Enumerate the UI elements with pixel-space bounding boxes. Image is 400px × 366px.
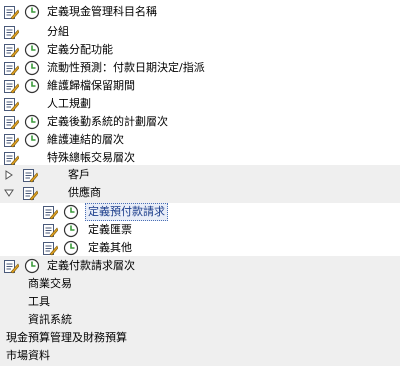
- tree-node-information-system[interactable]: 資訊系統: [0, 310, 400, 330]
- document-icon[interactable]: [3, 132, 20, 148]
- tree-node-market-data[interactable]: 市場資料: [0, 346, 400, 366]
- document-icon[interactable]: [3, 24, 20, 40]
- tree-node-label[interactable]: 市場資料: [6, 348, 50, 364]
- document-icon[interactable]: [3, 258, 20, 274]
- document-icon[interactable]: [3, 78, 20, 94]
- tree-node-tools[interactable]: 工具: [0, 292, 400, 312]
- tree-node-label[interactable]: 維護歸檔保留期間: [47, 78, 135, 94]
- tree-node-label[interactable]: 定義預付款請求: [85, 203, 168, 221]
- tree-node-define-down-payment-request[interactable]: 定義預付款請求: [0, 202, 400, 222]
- tree-node-linked-levels[interactable]: 維護連結的層次: [0, 130, 400, 150]
- tree-node-grouping[interactable]: 分組: [0, 22, 400, 42]
- document-icon[interactable]: [22, 185, 39, 201]
- clock-icon[interactable]: [63, 222, 79, 238]
- document-icon[interactable]: [22, 167, 39, 183]
- document-icon[interactable]: [42, 240, 59, 256]
- document-icon[interactable]: [3, 150, 20, 166]
- document-icon[interactable]: [42, 204, 59, 220]
- tree-node-cash-budget-management[interactable]: 現金預算管理及財務預算: [0, 328, 400, 348]
- tree-node-label[interactable]: 商業交易: [28, 276, 72, 292]
- tree-node-label[interactable]: 定義分配功能: [47, 42, 113, 58]
- triangle-right-icon[interactable]: [4, 170, 14, 180]
- document-icon[interactable]: [42, 222, 59, 238]
- tree-node-label[interactable]: 供應商: [68, 185, 101, 201]
- clock-icon[interactable]: [24, 4, 40, 20]
- tree-node-define-bill-of-exchange[interactable]: 定義匯票: [0, 220, 400, 240]
- clock-icon[interactable]: [24, 60, 40, 76]
- document-icon[interactable]: [3, 114, 20, 130]
- clock-icon[interactable]: [24, 78, 40, 94]
- tree-node-label[interactable]: 定義現金管理科目名稱: [47, 4, 157, 20]
- tree-node-label[interactable]: 定義匯票: [88, 222, 132, 238]
- tree-node-customer[interactable]: 客戶: [0, 165, 400, 185]
- clock-icon[interactable]: [24, 132, 40, 148]
- tree-node-payment-request-levels[interactable]: 定義付款請求層次: [0, 256, 400, 276]
- tree-node-manual-planning[interactable]: 人工規劃: [0, 94, 400, 114]
- tree-node-label[interactable]: 流動性預測：付款日期決定/指派: [47, 60, 205, 76]
- tree-node-logistics-planning-levels[interactable]: 定義後勤系統的計劃層次: [0, 112, 400, 132]
- tree-node-label[interactable]: 維護連結的層次: [47, 132, 124, 148]
- tree-node-archive-retention[interactable]: 維護歸檔保留期間: [0, 76, 400, 96]
- triangle-down-icon[interactable]: [4, 188, 14, 198]
- tree-node-define-distribution-function[interactable]: 定義分配功能: [0, 40, 400, 60]
- tree-node-label[interactable]: 人工規劃: [47, 96, 91, 112]
- tree-node-label[interactable]: 工具: [28, 294, 50, 310]
- document-icon[interactable]: [3, 42, 20, 58]
- tree-node-label[interactable]: 定義後勤系統的計劃層次: [47, 114, 168, 130]
- document-icon[interactable]: [3, 4, 20, 20]
- tree-node-label[interactable]: 定義其他: [88, 240, 132, 256]
- tree-node-business-transactions[interactable]: 商業交易: [0, 274, 400, 294]
- document-icon[interactable]: [3, 96, 20, 112]
- tree-node-label[interactable]: 現金預算管理及財務預算: [6, 330, 127, 346]
- tree-node-label[interactable]: 客戶: [68, 167, 90, 183]
- clock-icon[interactable]: [63, 240, 79, 256]
- tree-node-vendor[interactable]: 供應商: [0, 183, 400, 203]
- config-tree: 定義現金管理科目名稱 分組 定義分配功能 流動性預測：付款日期決定/指派 維護歸…: [0, 0, 400, 366]
- tree-node-define-cash-mgmt-account-name[interactable]: 定義現金管理科目名稱: [0, 2, 400, 22]
- clock-icon[interactable]: [24, 258, 40, 274]
- tree-node-label[interactable]: 資訊系統: [28, 312, 72, 328]
- tree-node-label[interactable]: 定義付款請求層次: [47, 258, 135, 274]
- tree-node-label[interactable]: 特殊總帳交易層次: [47, 150, 135, 166]
- clock-icon[interactable]: [24, 42, 40, 58]
- tree-node-label[interactable]: 分組: [47, 24, 69, 40]
- tree-node-liquidity-forecast[interactable]: 流動性預測：付款日期決定/指派: [0, 58, 400, 78]
- clock-icon[interactable]: [63, 204, 79, 220]
- document-icon[interactable]: [3, 60, 20, 76]
- tree-node-define-other[interactable]: 定義其他: [0, 238, 400, 258]
- clock-icon[interactable]: [24, 114, 40, 130]
